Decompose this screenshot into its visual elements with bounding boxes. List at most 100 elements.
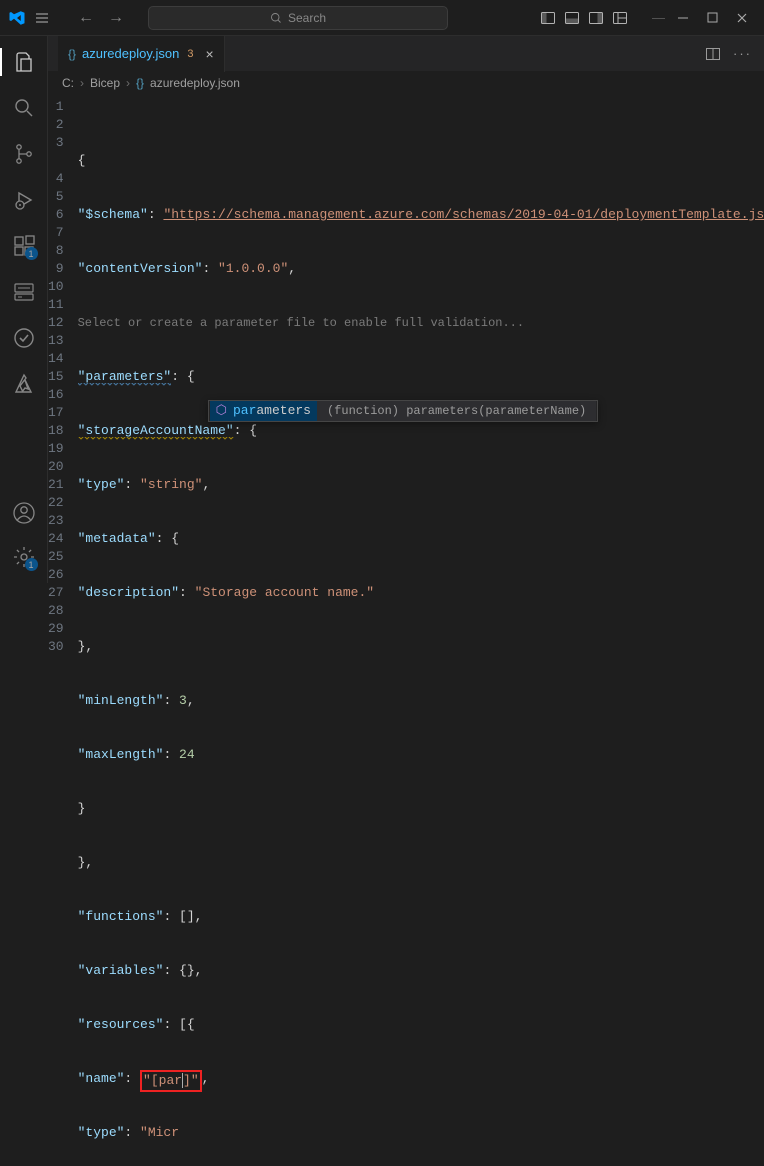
- tab-problem-count: 3: [187, 48, 193, 60]
- chevron-right-icon: ›: [80, 76, 84, 90]
- code-token: 24: [179, 746, 195, 764]
- json-file-icon: {}: [136, 76, 144, 90]
- activity-bar: 1 1: [0, 36, 48, 583]
- intellisense-popup[interactable]: ⬡ parameters (function) parameters(param…: [208, 400, 599, 422]
- suggestion-match: par: [233, 403, 256, 418]
- code-token: :: [163, 962, 179, 980]
- code-token: :: [124, 1124, 140, 1142]
- code-token: "Storage account name.": [195, 584, 374, 602]
- code-token: :: [124, 1070, 140, 1088]
- code-token: {: [187, 368, 195, 386]
- close-icon[interactable]: [736, 12, 748, 24]
- nav-forward-icon[interactable]: →: [108, 9, 124, 27]
- settings-badge: 1: [25, 558, 38, 571]
- editor[interactable]: 1234567891011121314151617181920212223242…: [48, 94, 764, 583]
- json-file-icon: {}: [68, 47, 76, 61]
- maximize-icon[interactable]: [707, 12, 718, 24]
- breadcrumb-folder[interactable]: Bicep: [90, 76, 120, 90]
- source-control-icon[interactable]: [12, 142, 36, 166]
- breadcrumb[interactable]: C: › Bicep › {} azuredeploy.json: [48, 72, 764, 94]
- code-token: :: [202, 260, 218, 278]
- code-token: "type": [78, 476, 125, 494]
- line-number-gutter: 1234567891011121314151617181920212223242…: [48, 94, 78, 583]
- code-token: {: [171, 530, 179, 548]
- code-token: "Micr: [140, 1124, 179, 1142]
- code-token: "https://schema.management.azure.com/sch…: [163, 206, 764, 224]
- search-icon: [270, 12, 282, 24]
- gear-icon[interactable]: 1: [12, 545, 36, 569]
- suggestion-kind-icon: ⬡: [216, 402, 227, 420]
- testing-icon[interactable]: [12, 326, 36, 350]
- search-placeholder: Search: [288, 11, 326, 25]
- code-token: :: [163, 1016, 179, 1034]
- vscode-logo-icon: [8, 9, 26, 27]
- customize-layout-icon[interactable]: [612, 10, 628, 26]
- code-token: "1.0.0.0": [218, 260, 288, 278]
- code-token: "storageAccountName": [78, 422, 234, 440]
- suggestion-rest: ameters: [256, 403, 311, 418]
- code-token: :: [124, 476, 140, 494]
- nav-arrows: ← →: [78, 9, 124, 27]
- breadcrumb-file[interactable]: azuredeploy.json: [150, 76, 240, 90]
- search-activity-icon[interactable]: [12, 96, 36, 120]
- code-token: "description": [78, 584, 179, 602]
- code-token: "functions": [78, 908, 164, 926]
- code-token: :: [234, 422, 250, 440]
- more-actions-icon[interactable]: ···: [733, 46, 752, 62]
- code-token: "minLength": [78, 692, 164, 710]
- search-input[interactable]: Search: [148, 6, 448, 30]
- code-token: "contentVersion": [78, 260, 203, 278]
- explorer-icon[interactable]: [12, 50, 36, 74]
- code-token: {: [249, 422, 257, 440]
- code-token: ,: [202, 476, 210, 494]
- code-token: 3: [179, 692, 187, 710]
- code-token: {},: [179, 962, 202, 980]
- code-token: [],: [179, 908, 202, 926]
- debug-icon[interactable]: [12, 188, 36, 212]
- code-token: "string": [140, 476, 202, 494]
- code-token: "variables": [78, 962, 164, 980]
- tab-azuredeploy[interactable]: {} azuredeploy.json 3 ×: [58, 36, 225, 72]
- toggle-bottom-panel-icon[interactable]: [564, 10, 580, 26]
- codelens-hint[interactable]: Select or create a parameter file to ena…: [78, 314, 524, 332]
- tab-bar: {} azuredeploy.json 3 × ···: [48, 36, 764, 72]
- split-editor-icon[interactable]: [705, 46, 721, 62]
- code-token: :: [179, 584, 195, 602]
- code-token: {: [78, 152, 86, 170]
- code-token: :: [171, 368, 187, 386]
- code-token: },: [78, 638, 94, 656]
- spacer: —: [652, 10, 665, 25]
- nav-back-icon[interactable]: ←: [78, 9, 94, 27]
- code-token: ,: [187, 692, 195, 710]
- suggestion-detail: (function) parameters(parameterName): [317, 401, 596, 421]
- code-token: "resources": [78, 1016, 164, 1034]
- remote-explorer-icon[interactable]: [12, 280, 36, 304]
- code-token: :: [163, 908, 179, 926]
- code-token: :: [156, 530, 172, 548]
- code-token: "metadata": [78, 530, 156, 548]
- minimize-icon[interactable]: [677, 12, 689, 24]
- code-token: [{: [179, 1016, 195, 1034]
- code-token: }: [78, 800, 86, 818]
- code-token: :: [148, 206, 164, 224]
- hamburger-icon[interactable]: [34, 10, 50, 26]
- toggle-primary-panel-icon[interactable]: [540, 10, 556, 26]
- azure-icon[interactable]: [12, 372, 36, 396]
- layout-controls: [540, 10, 628, 26]
- highlight-box: "[par]": [140, 1070, 202, 1092]
- code-token: "name": [78, 1070, 125, 1088]
- chevron-right-icon: ›: [126, 76, 130, 90]
- toggle-secondary-panel-icon[interactable]: [588, 10, 604, 26]
- tab-filename: azuredeploy.json: [82, 46, 179, 61]
- code-area[interactable]: { "$schema": "https://schema.management.…: [78, 94, 764, 583]
- code-token: "$schema": [78, 206, 148, 224]
- extensions-icon[interactable]: 1: [12, 234, 36, 258]
- code-token: },: [78, 854, 94, 872]
- code-token: "type": [78, 1124, 125, 1142]
- extensions-badge: 1: [25, 247, 38, 260]
- breadcrumb-root[interactable]: C:: [62, 76, 74, 90]
- account-icon[interactable]: [12, 501, 36, 525]
- code-token: :: [163, 746, 179, 764]
- tab-close-icon[interactable]: ×: [205, 46, 213, 62]
- code-token: ,: [202, 1070, 210, 1088]
